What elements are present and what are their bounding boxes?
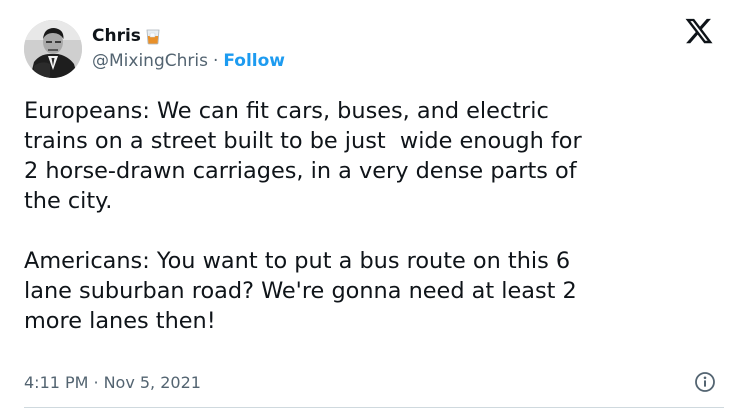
meta-separator: · <box>93 372 99 392</box>
handle-separator: · <box>212 51 219 71</box>
name-row: Chris <box>92 24 285 48</box>
author-info: Chris @MixingChris · Follow <box>92 24 285 74</box>
tweet-date[interactable]: Nov 5, 2021 <box>104 373 201 392</box>
follow-button[interactable]: Follow <box>223 51 285 71</box>
tweet-card: Chris @MixingChris · Follow Europeans: W… <box>0 0 740 410</box>
avatar-photo <box>24 20 82 78</box>
display-name[interactable]: Chris <box>92 26 141 46</box>
handle-row: @MixingChris · Follow <box>92 48 285 74</box>
divider <box>24 407 724 408</box>
author-handle[interactable]: @MixingChris <box>92 51 208 71</box>
x-logo-icon[interactable] <box>684 16 714 46</box>
tweet-text: Europeans: We can fit cars, buses, and e… <box>24 98 582 334</box>
tweet-meta: 4:11 PM · Nov 5, 2021 <box>24 370 201 394</box>
whiskey-glass-icon <box>145 27 161 45</box>
tweet-header: Chris @MixingChris · Follow <box>24 14 285 84</box>
tweet-time[interactable]: 4:11 PM <box>24 373 88 392</box>
info-circle-icon[interactable] <box>694 371 716 393</box>
avatar[interactable] <box>24 20 82 78</box>
